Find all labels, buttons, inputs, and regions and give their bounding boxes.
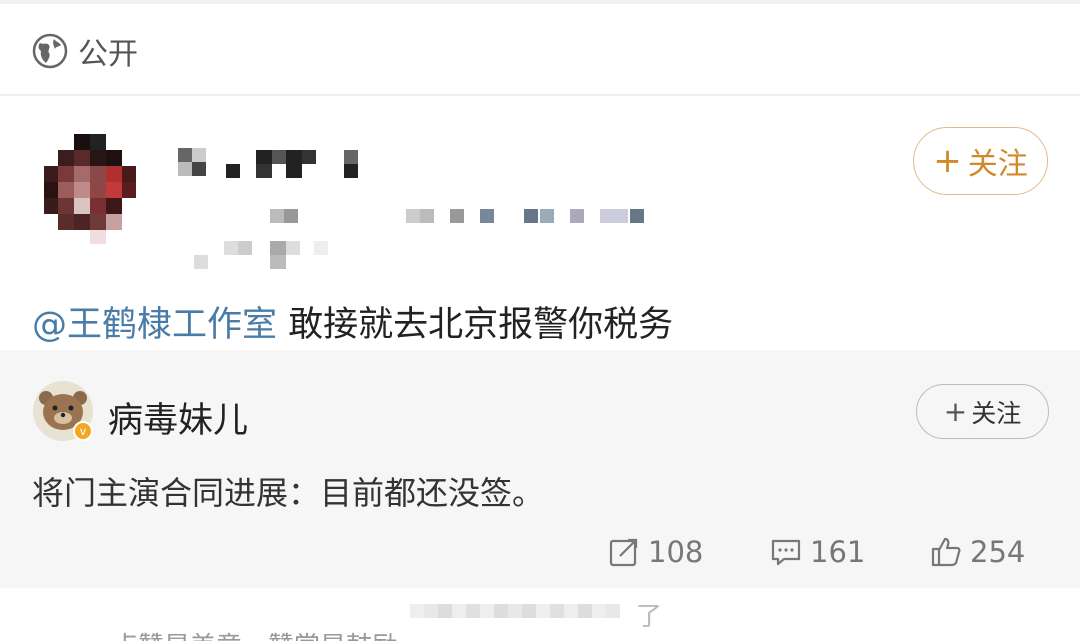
thumbs-up-icon: [931, 537, 961, 567]
post-content: @王鹤棣工作室 敢接就去北京报警你税务: [32, 296, 673, 347]
repost-follow-button[interactable]: + 关注: [916, 384, 1049, 439]
post-body: 敢接就去北京报警你税务: [277, 305, 674, 345]
comment-count-button[interactable]: 161: [770, 532, 865, 572]
censored-meta: [194, 209, 644, 269]
like-count-button[interactable]: 254: [930, 532, 1025, 572]
repost-count: 108: [648, 535, 704, 569]
share-icon: [609, 538, 638, 567]
globe-icon: [32, 33, 68, 69]
visibility-label: 公开: [78, 37, 138, 72]
repost-author-name[interactable]: 病毒妹儿: [108, 392, 248, 443]
verified-badge-letter: v: [80, 424, 86, 438]
follow-button[interactable]: + 关注: [913, 127, 1048, 195]
follow-label: 关注: [967, 147, 1028, 182]
plus-icon: +: [943, 394, 968, 428]
section-divider: [0, 94, 1080, 96]
censored-avatar[interactable]: [44, 134, 136, 244]
comment-icon: [771, 539, 801, 566]
censored-footer: [410, 604, 620, 618]
censored-username[interactable]: [178, 148, 378, 184]
repost-content: 将门主演合同进展：目前都还没签。: [32, 474, 545, 512]
avatar[interactable]: v: [32, 380, 94, 442]
repost-count-button[interactable]: 108: [608, 532, 703, 572]
plus-icon: +: [933, 141, 962, 181]
mention-link[interactable]: @王鹤棣工作室: [32, 305, 277, 345]
repost-card[interactable]: v 病毒妹儿 + 关注 将门主演合同进展：目前都还没签。 108 161 254: [0, 350, 1080, 588]
comment-count: 161: [810, 535, 866, 569]
like-count: 254: [970, 535, 1026, 569]
footer-partial-suffix: 了: [636, 602, 663, 632]
visibility-indicator[interactable]: 公开: [32, 26, 138, 76]
follow-label: 关注: [971, 398, 1022, 428]
footer-partial-text: 点赞是美意，赞赏是鼓励: [112, 626, 398, 641]
top-border: [0, 0, 1080, 4]
weibo-post-page: 公开 + 关注 @王鹤棣工作室 敢接就去北京报警你税务 v 病毒妹儿 + 关注 …: [0, 0, 1080, 641]
